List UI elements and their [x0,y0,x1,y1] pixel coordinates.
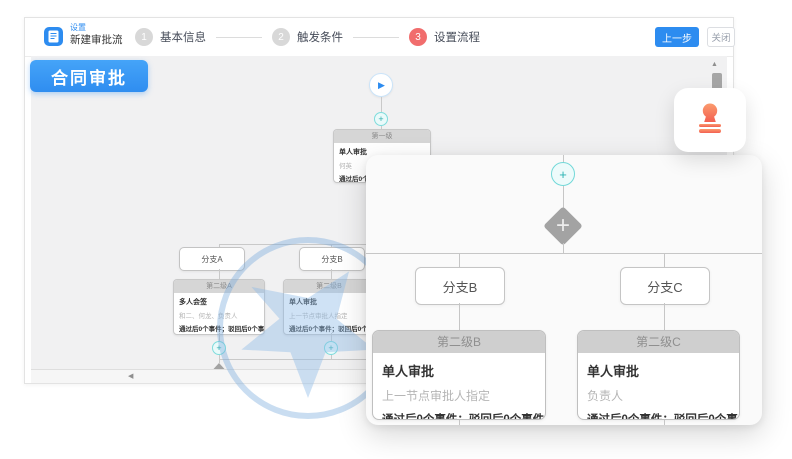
connector-line [664,253,665,267]
node-approval-type: 单人审批 [587,361,730,380]
branch-b-button[interactable]: 分支B [299,247,365,271]
connector-line [459,253,460,267]
node-events: 通过后0个事件；驳回后0个事件 [587,411,730,420]
step-connector [353,37,399,38]
connector-line [459,420,460,425]
step-basic-info: 1 基本信息 [135,28,206,46]
zoom-detail-panel: + + 分支B 分支C 第二级B 单人审批 上一节点审批人指定 通过后0个事件；… [366,155,762,425]
app-document-icon [44,27,63,46]
add-node-button[interactable]: + [212,341,226,355]
connector-line [563,186,564,209]
node-card-header: 第二级B [373,331,545,353]
node-assignee: 上一节点审批人指定 [382,387,536,404]
connector-line [219,269,220,279]
node-approval-type: 多人会签 [179,297,259,307]
stamp-card [674,88,746,152]
previous-step-button[interactable]: 上一步 [655,27,699,47]
step-1-circle: 1 [135,28,153,46]
step-2-circle: 2 [272,28,290,46]
flow-name-tag: 合同审批 [30,60,148,92]
branch-split-line [366,253,762,254]
node-card-level2b[interactable]: 第二级B 单人审批 上一节点审批人指定 通过后0个事件；驳回后0个事件 [372,330,546,420]
top-bar: 设置 新建审批流 1 基本信息 2 触发条件 3 设置流程 上一步 关闭 [25,18,733,57]
connector-line [459,303,460,330]
app-subtitle: 设置 [70,24,123,32]
gateway-diamond-icon[interactable]: + [546,209,580,243]
start-node-play-icon[interactable]: ▶ [369,73,393,97]
steps-indicator: 1 基本信息 2 触发条件 3 设置流程 [135,18,480,56]
node-approval-type: 单人审批 [289,297,369,307]
connector-line [381,97,382,112]
node-card-level2a[interactable]: 第二级A 多人会签 和二、何龙、负责人 通过后0个事件；驳回后0个事件 [173,279,265,335]
node-events: 通过后0个事件；驳回后0个事件 [289,323,369,333]
connector-line [664,303,665,330]
connector-line [331,333,332,341]
page-title: 新建审批流 [70,35,123,46]
node-card-header: 第二级B [284,280,374,293]
step-set-process: 3 设置流程 [409,28,480,46]
node-events: 通过后0个事件；驳回后0个事件 [179,323,259,333]
node-card-header: 第二级A [174,280,264,293]
branch-a-button[interactable]: 分支A [179,247,245,271]
step-connector [216,37,262,38]
add-node-button[interactable]: + [374,112,388,126]
add-node-button[interactable]: + [551,162,575,186]
node-assignee: 负责人 [587,387,730,404]
node-assignee: 上一节点审批人指定 [289,310,369,320]
node-card-level2c[interactable]: 第二级C 单人审批 负责人 通过后0个事件；驳回后0个事件 [577,330,740,420]
connector-line [331,269,332,279]
step-3-circle: 3 [409,28,427,46]
scroll-left-arrow-icon[interactable]: ◀ [128,372,133,380]
node-card-header: 第一级 [334,130,430,143]
branch-b-button[interactable]: 分支B [415,267,505,305]
stamp-icon [693,101,727,140]
node-assignee: 和二、何龙、负责人 [179,310,259,320]
step-trigger-condition: 2 触发条件 [272,28,343,46]
connector-line [563,243,564,253]
node-events: 通过后0个事件；驳回后0个事件 [382,411,536,420]
connector-line [664,420,665,425]
connector-line [219,333,220,341]
node-card-header: 第二级C [578,331,739,353]
scroll-up-arrow-icon[interactable]: ▲ [711,61,718,68]
add-node-button[interactable]: + [324,341,338,355]
close-button[interactable]: 关闭 [707,27,735,47]
node-approval-type: 单人审批 [382,361,536,380]
branch-c-button[interactable]: 分支C [620,267,710,305]
node-card-level2b[interactable]: 第二级B 单人审批 上一节点审批人指定 通过后0个事件；驳回后0个事件 [283,279,375,335]
